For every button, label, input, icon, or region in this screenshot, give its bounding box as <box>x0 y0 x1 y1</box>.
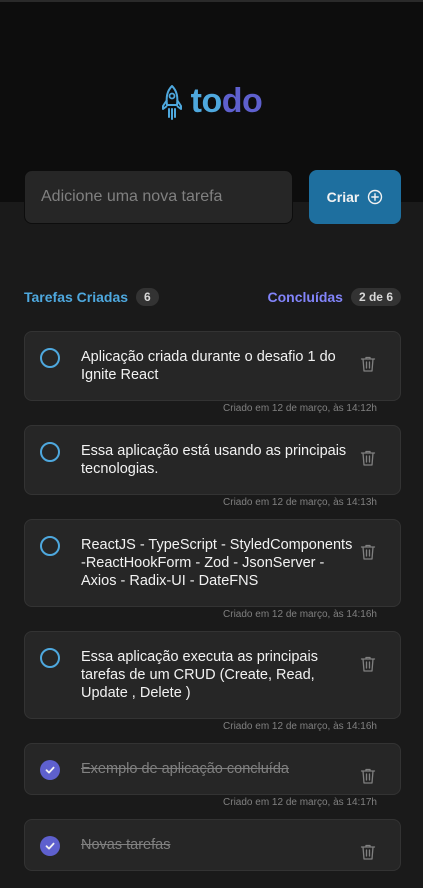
task-timestamp: Criado em 12 de março, às 14:16h <box>223 609 377 620</box>
task-card: Essa aplicação executa as principais tar… <box>24 631 401 719</box>
done-label: Concluídas <box>267 289 343 305</box>
trash-icon[interactable] <box>358 448 378 468</box>
task-item: Essa aplicação executa as principais tar… <box>24 631 401 743</box>
task-text: Novas tarefas <box>81 837 171 853</box>
task-list: Aplicação criada durante o desafio 1 do … <box>24 331 401 871</box>
done-counter: Concluídas 2 de 6 <box>267 288 401 306</box>
trash-icon[interactable] <box>358 842 378 862</box>
trash-icon[interactable] <box>358 654 378 674</box>
created-label: Tarefas Criadas <box>24 289 129 305</box>
task-item: ReactJS - TypeScript - StyledComponents … <box>24 519 401 631</box>
task-item: Exemplo de aplicação concluída Criado em… <box>24 743 401 819</box>
task-checkbox[interactable] <box>40 648 60 668</box>
logo-text-do: do <box>221 82 263 120</box>
done-count-badge: 2 de 6 <box>350 288 401 306</box>
task-item: Essa aplicação está usando as principais… <box>24 425 401 519</box>
logo: todo <box>0 82 423 121</box>
task-card: Essa aplicação está usando as principais… <box>24 425 401 495</box>
task-timestamp: Criado em 12 de março, às 14:16h <box>223 721 377 732</box>
task-card: Exemplo de aplicação concluída <box>24 743 401 795</box>
logo-text: todo <box>191 82 263 121</box>
trash-icon[interactable] <box>358 354 378 374</box>
task-checkbox-checked[interactable] <box>40 760 60 780</box>
task-text: Essa aplicação está usando as principais… <box>81 443 347 477</box>
check-icon <box>45 842 55 850</box>
task-item: Novas tarefas <box>24 819 401 871</box>
task-card: ReactJS - TypeScript - StyledComponents … <box>24 519 401 607</box>
task-checkbox[interactable] <box>40 536 60 556</box>
task-text: Essa aplicação executa as principais tar… <box>81 649 318 701</box>
task-checkbox[interactable] <box>40 348 60 368</box>
rocket-icon <box>161 84 182 120</box>
task-checkbox[interactable] <box>40 442 60 462</box>
created-counter: Tarefas Criadas 6 <box>24 288 159 306</box>
trash-icon[interactable] <box>358 766 378 786</box>
plus-circle-icon <box>368 189 383 205</box>
task-card: Novas tarefas <box>24 819 401 871</box>
task-item: Aplicação criada durante o desafio 1 do … <box>24 331 401 425</box>
created-count-badge: 6 <box>136 288 159 306</box>
create-task-button[interactable]: Criar <box>309 170 401 224</box>
task-card: Aplicação criada durante o desafio 1 do … <box>24 331 401 401</box>
task-text: ReactJS - TypeScript - StyledComponents … <box>81 537 353 589</box>
task-text: Aplicação criada durante o desafio 1 do … <box>81 349 336 383</box>
check-icon <box>45 766 55 774</box>
task-text: Exemplo de aplicação concluída <box>81 761 289 777</box>
task-timestamp: Criado em 12 de março, às 14:17h <box>223 797 377 808</box>
logo-text-to: to <box>190 82 223 120</box>
task-timestamp: Criado em 12 de março, às 14:13h <box>223 497 377 508</box>
task-timestamp: Criado em 12 de março, às 14:12h <box>223 403 377 414</box>
new-task-input[interactable] <box>24 170 293 224</box>
create-button-label: Criar <box>326 189 360 205</box>
new-task-form: Criar <box>24 170 401 224</box>
task-checkbox-checked[interactable] <box>40 836 60 856</box>
task-counters: Tarefas Criadas 6 Concluídas 2 de 6 <box>24 288 401 306</box>
trash-icon[interactable] <box>358 542 378 562</box>
